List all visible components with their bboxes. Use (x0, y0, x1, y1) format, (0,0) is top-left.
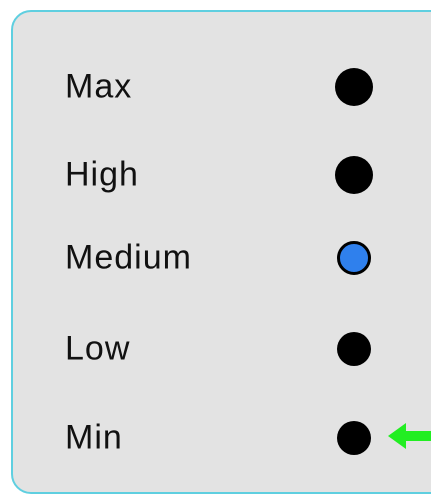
quality-options-panel: Max High Medium Low Min (11, 10, 431, 494)
radio-button-high[interactable] (335, 156, 373, 194)
option-row-high: High (13, 145, 431, 205)
option-label-max: Max (65, 67, 133, 106)
option-label-low: Low (65, 329, 131, 368)
option-row-low: Low (13, 319, 431, 379)
arrow-left-icon (388, 423, 431, 449)
option-label-medium: Medium (65, 238, 192, 277)
option-row-medium: Medium (13, 228, 431, 288)
radio-button-max[interactable] (335, 68, 373, 106)
radio-button-low[interactable] (337, 332, 371, 366)
radio-button-medium[interactable] (337, 241, 371, 275)
option-row-max: Max (13, 57, 431, 117)
option-label-high: High (65, 155, 139, 194)
option-label-min: Min (65, 418, 123, 457)
radio-button-min[interactable] (337, 421, 371, 455)
option-row-min: Min (13, 408, 431, 468)
